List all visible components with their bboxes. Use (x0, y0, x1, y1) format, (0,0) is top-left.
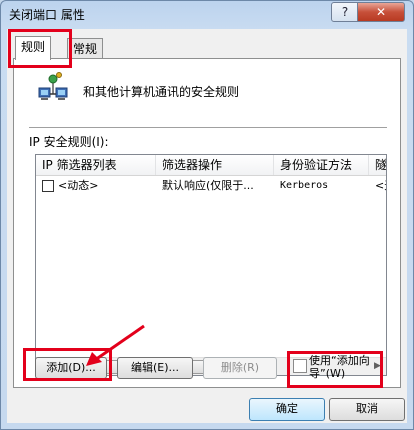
tab-rules[interactable]: 规则 (15, 36, 52, 60)
annotation-arrow-icon (86, 324, 145, 366)
